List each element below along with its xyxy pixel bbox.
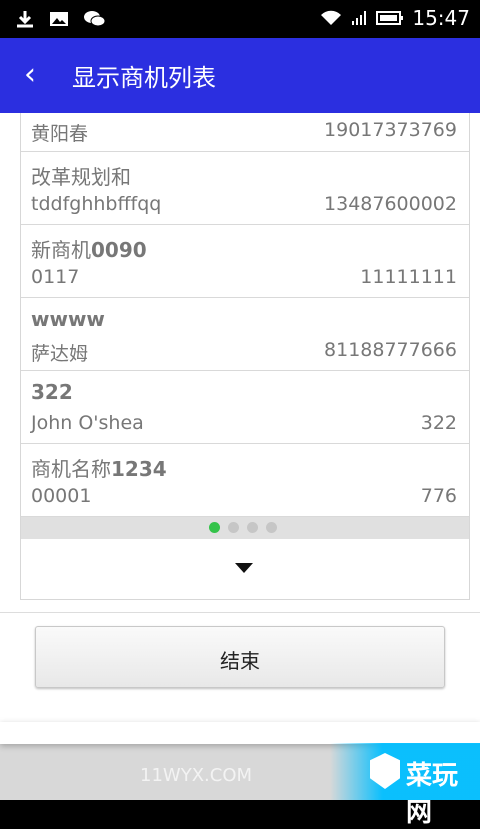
download-icon (14, 8, 36, 30)
expand-button[interactable] (21, 539, 469, 599)
app-screen: ‹ 显示商机列表 黄阳春 19017373769 改革规划和 tddfghhbf… (0, 38, 480, 828)
phone-number: 81188777666 (324, 339, 457, 361)
phone-number: 322 (420, 412, 457, 434)
opportunity-name: 商机名称1234 (31, 457, 167, 481)
page-title: 显示商机列表 (72, 64, 216, 92)
list-item[interactable]: wwww 萨达姆 81188777666 (21, 297, 469, 371)
finish-button-label: 结束 (220, 649, 260, 673)
watermark: 11WYX.COM 菜玩网 (0, 743, 480, 828)
page-dot-1[interactable] (209, 522, 220, 533)
opportunity-name: wwww (31, 307, 105, 331)
wifi-icon (320, 10, 342, 26)
clock: 15:47 (412, 6, 470, 30)
contact-name: tddfghhbfffqq (31, 193, 162, 215)
watermark-text: 11WYX.COM (140, 765, 253, 786)
opportunity-name: 改革规划和 (31, 165, 131, 189)
list-item[interactable]: 新商机0090 0117 11111111 (21, 224, 469, 298)
chevron-down-icon (235, 563, 253, 573)
contact-name: 0117 (31, 266, 80, 288)
wechat-icon (82, 8, 106, 30)
battery-icon (376, 10, 404, 26)
chevron-left-icon: ‹ (24, 57, 36, 92)
page-dot-3[interactable] (247, 522, 258, 533)
page-dot-2[interactable] (228, 522, 239, 533)
back-button[interactable]: ‹ (24, 60, 50, 90)
status-bar: 15:47 (0, 0, 480, 38)
watermark-logo: 菜玩网 (330, 743, 480, 828)
app-header: ‹ 显示商机列表 (0, 38, 480, 113)
watermark-logo-text: 菜玩网 (406, 761, 459, 828)
contact-name: John O'shea (31, 412, 144, 434)
divider (0, 612, 480, 613)
opportunity-name: 322 (31, 380, 73, 404)
opportunity-list[interactable]: 黄阳春 19017373769 改革规划和 tddfghhbfffqq 1348… (20, 113, 470, 600)
signal-icon (350, 9, 368, 27)
list-item[interactable]: 改革规划和 tddfghhbfffqq 13487600002 (21, 151, 469, 225)
contact-name: 萨达姆 (31, 343, 89, 365)
contact-name: 黄阳春 (31, 123, 89, 145)
page-dot-4[interactable] (266, 522, 277, 533)
opportunity-name: 新商机0090 (31, 238, 147, 262)
list-item[interactable]: 商机名称1234 00001 776 (21, 443, 469, 517)
contact-name: 00001 (31, 485, 92, 507)
phone-number: 776 (420, 485, 457, 507)
list-item[interactable]: 322 John O'shea 322 (21, 370, 469, 444)
phone-number: 19017373769 (324, 119, 457, 141)
shield-logo-icon (370, 753, 400, 789)
phone-number: 11111111 (360, 266, 457, 288)
finish-button[interactable]: 结束 (35, 626, 445, 688)
image-icon (48, 8, 70, 30)
bottom-card-edge (0, 722, 480, 744)
phone-number: 13487600002 (324, 193, 457, 215)
list-item[interactable]: 黄阳春 19017373769 (21, 113, 469, 152)
page-indicator (21, 517, 469, 539)
